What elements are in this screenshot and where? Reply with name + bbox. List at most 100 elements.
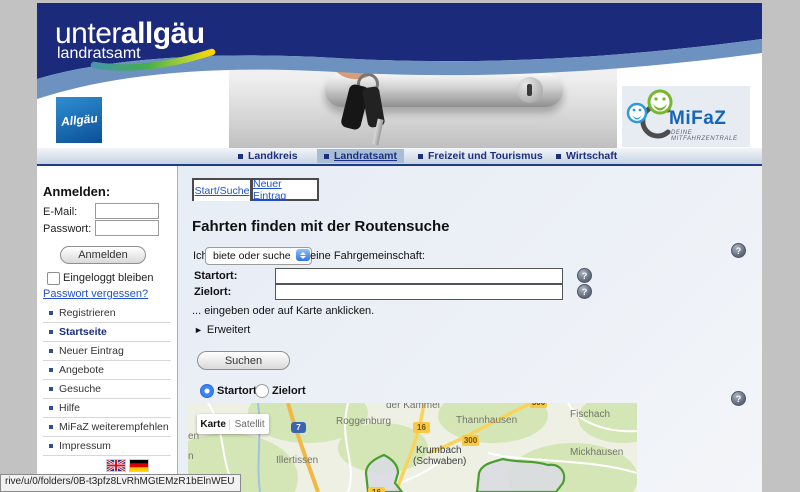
- help-icon[interactable]: ?: [577, 268, 592, 283]
- password-field[interactable]: [95, 220, 159, 236]
- login-heading: Anmelden:: [43, 184, 110, 199]
- login-button[interactable]: Anmelden: [60, 246, 146, 264]
- destination-input[interactable]: [275, 284, 563, 300]
- sidebar-item-hilfe[interactable]: Hilfe: [43, 398, 171, 418]
- advanced-label: Erweitert: [207, 324, 250, 336]
- start-input[interactable]: [275, 268, 563, 284]
- email-field[interactable]: [95, 203, 159, 219]
- tab-label: Neuer Eintrag: [253, 178, 317, 202]
- nav-item-landratsamt[interactable]: Landratsamt: [317, 149, 404, 163]
- mifaz-logo[interactable]: MiFaZ DEINE MITFAHRZENTRALE: [622, 86, 750, 147]
- sidebar-item-gesuche[interactable]: Gesuche: [43, 379, 171, 399]
- sidebar-item-weiterempfehlen[interactable]: MiFaZ weiterempfehlen: [43, 417, 171, 437]
- menu-bullet-icon: [49, 444, 53, 448]
- language-flag-german[interactable]: [130, 460, 148, 471]
- allgaeu-logo-badge[interactable]: Allgäu: [56, 97, 102, 143]
- nav-label: Wirtschaft: [566, 150, 617, 162]
- road-badge: 16: [413, 422, 430, 433]
- start-label: Startort:: [194, 270, 237, 282]
- map-type-satellit-button[interactable]: Satellit: [229, 419, 269, 430]
- menu-label: Hilfe: [59, 402, 80, 414]
- road-badge: 300: [530, 403, 547, 408]
- stay-logged-in-label: Eingeloggt bleiben: [63, 272, 154, 284]
- mifaz-logo-text: MiFaZ: [669, 108, 726, 130]
- advanced-toggle[interactable]: ► Erweitert: [194, 324, 250, 336]
- search-button[interactable]: Suchen: [197, 351, 290, 370]
- radio-startort-label: Startort: [217, 385, 257, 397]
- map-canvas[interactable]: der Kammel Roggenburg Thannhausen Fischa…: [188, 403, 637, 492]
- menu-bullet-icon: [49, 330, 53, 334]
- nav-bullet-icon: [238, 154, 243, 159]
- menu-label: MiFaZ weiterempfehlen: [59, 421, 169, 433]
- menu-bullet-icon: [49, 368, 53, 372]
- map-label: Krumbach: [416, 445, 462, 456]
- nav-label: Landratsamt: [334, 150, 397, 162]
- tab-label: Start/Suche: [195, 185, 250, 197]
- tab-neuer-eintrag[interactable]: Neuer Eintrag: [251, 178, 319, 201]
- menu-label: Startseite: [59, 326, 107, 338]
- nav-label: Landkreis: [248, 150, 298, 162]
- sidebar-item-angebote[interactable]: Angebote: [43, 360, 171, 380]
- stay-logged-in-checkbox[interactable]: [47, 272, 60, 285]
- menu-label: Neuer Eintrag: [59, 345, 124, 357]
- page-container: unterallgäu landratsamt Allgäu MiFaZ DE: [37, 3, 762, 492]
- sidebar-item-startseite[interactable]: Startseite: [43, 322, 171, 342]
- menu-label: Gesuche: [59, 383, 101, 395]
- menu-label: Angebote: [59, 364, 104, 376]
- header: unterallgäu landratsamt Allgäu MiFaZ DE: [37, 3, 762, 148]
- logo-swoosh-graphic: [90, 48, 218, 72]
- sidebar-item-impressum[interactable]: Impressum: [43, 436, 171, 456]
- help-icon[interactable]: ?: [577, 284, 592, 299]
- help-icon[interactable]: ?: [731, 391, 746, 406]
- menu-bullet-icon: [49, 311, 53, 315]
- forgot-password-link[interactable]: Passwort vergessen?: [43, 288, 148, 300]
- password-label: Passwort:: [43, 223, 91, 235]
- nav-bullet-icon: [418, 154, 423, 159]
- map-hint-text: ... eingeben oder auf Karte anklicken.: [192, 305, 374, 317]
- select-arrows-icon: [296, 249, 310, 261]
- car-lock: [517, 77, 543, 103]
- menu-label: Registrieren: [59, 307, 116, 319]
- radio-zielort-label: Zielort: [272, 385, 306, 397]
- menu-label: Impressum: [59, 440, 111, 452]
- sentence-suffix: eine Fahrgemeinschaft:: [310, 250, 425, 262]
- map-label: Mickhausen: [570, 447, 623, 458]
- map-label: Fischach: [570, 409, 610, 420]
- keyhole: [527, 84, 532, 96]
- menu-bullet-icon: [49, 387, 53, 391]
- nav-label: Freizeit und Tourismus: [428, 150, 543, 162]
- nav-item-landkreis[interactable]: Landkreis: [238, 150, 298, 162]
- map-label: n: [188, 451, 194, 462]
- browser-status-bar: rive/u/0/folders/0B-t3pfz8LvRhMGtEMzR1bE…: [0, 474, 241, 492]
- nav-item-freizeit[interactable]: Freizeit und Tourismus: [418, 150, 543, 162]
- motorway-badge: 7: [291, 422, 306, 433]
- email-label: E-Mail:: [43, 206, 77, 218]
- sidebar-item-neuer-eintrag[interactable]: Neuer Eintrag: [43, 341, 171, 361]
- radio-zielort[interactable]: [255, 384, 269, 398]
- tab-start-suche[interactable]: Start/Suche: [192, 178, 252, 201]
- nav-item-wirtschaft[interactable]: Wirtschaft: [556, 150, 617, 162]
- triangle-right-icon: ►: [194, 325, 203, 335]
- menu-bullet-icon: [49, 406, 53, 410]
- nav-bullet-icon: [556, 154, 561, 159]
- language-flag-english[interactable]: [107, 460, 125, 471]
- sidebar-item-registrieren[interactable]: Registrieren: [43, 303, 171, 323]
- menu-bullet-icon: [49, 425, 53, 429]
- road-badge: 300: [462, 435, 479, 446]
- allgaeu-logo-text: Allgäu: [60, 111, 98, 129]
- mifaz-logo-tagline: DEINE MITFAHRZENTRALE: [671, 130, 750, 142]
- ride-type-select[interactable]: biete oder suche: [205, 247, 312, 265]
- banner-photo-car-keys: [229, 47, 617, 148]
- map-label: Illertissen: [276, 455, 318, 466]
- help-icon[interactable]: ?: [731, 243, 746, 258]
- map-type-karte-button[interactable]: Karte: [197, 419, 229, 430]
- map-label: Thannhausen: [456, 415, 517, 426]
- ride-type-selected-value: biete oder suche: [213, 250, 291, 262]
- map-label: (Schwaben): [413, 456, 466, 467]
- radio-startort[interactable]: [200, 384, 214, 398]
- map-label: der Kammel: [386, 403, 440, 411]
- destination-label: Zielort:: [194, 286, 231, 298]
- nav-bullet-icon: [324, 154, 329, 159]
- road-badge: 16: [368, 487, 385, 492]
- menu-bullet-icon: [49, 349, 53, 353]
